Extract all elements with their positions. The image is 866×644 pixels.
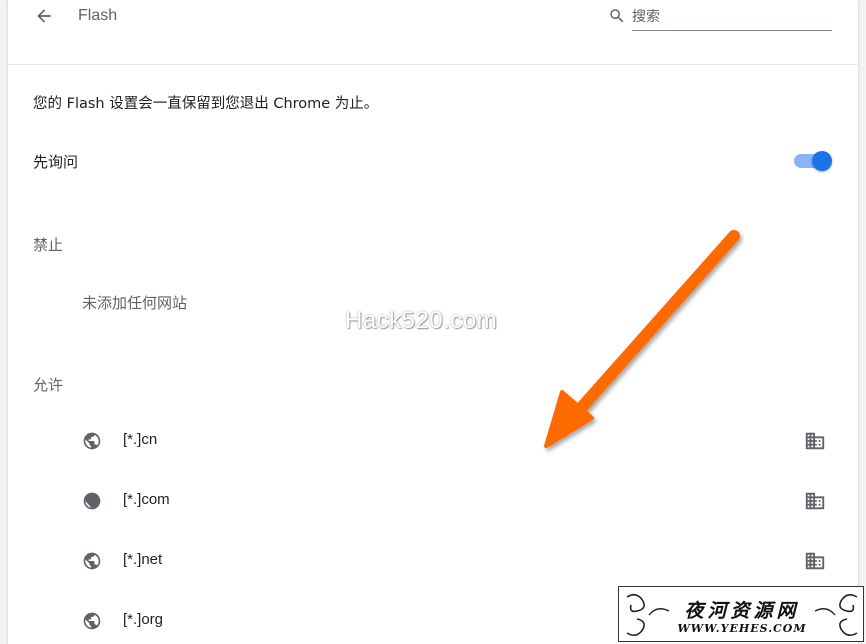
globe-icon — [83, 552, 101, 570]
block-empty-text: 未添加任何网站 — [82, 294, 188, 312]
globe-icon — [83, 432, 101, 450]
back-button[interactable] — [34, 6, 54, 26]
site-logo-badge: 夜河资源网 WWW.YEHES.COM — [618, 586, 864, 642]
ask-first-label: 先询问 — [33, 153, 79, 171]
globe-icon — [83, 492, 101, 510]
allow-section-label: 允许 — [33, 376, 64, 394]
search-input[interactable] — [632, 4, 832, 31]
session-note: 您的 Flash 设置会一直保留到您退出 Chrome 为止。 — [33, 96, 379, 112]
site-details-icon[interactable] — [804, 430, 826, 452]
toggle-knob — [812, 151, 832, 171]
header-divider — [8, 64, 858, 65]
site-name: [*.]cn — [123, 431, 158, 448]
page-header: Flash — [8, 0, 858, 36]
block-section-label: 禁止 — [33, 236, 64, 254]
search-icon — [610, 9, 624, 23]
search-box[interactable] — [608, 4, 833, 32]
site-details-icon[interactable] — [804, 490, 826, 512]
globe-icon — [83, 612, 101, 630]
ask-first-toggle[interactable] — [794, 150, 834, 172]
back-arrow-icon — [37, 9, 51, 23]
badge-url: WWW.YEHES.COM — [677, 622, 807, 635]
site-name: [*.]org — [123, 611, 164, 628]
page-title: Flash — [78, 7, 118, 24]
badge-title: 夜河资源网 — [684, 600, 800, 622]
list-item: [*.]net — [8, 541, 858, 581]
list-item: [*.]com — [8, 481, 858, 521]
watermark-text: Hack520.com — [345, 307, 498, 334]
site-name: [*.]com — [123, 491, 170, 508]
site-details-icon[interactable] — [804, 550, 826, 572]
annotation-arrow — [544, 230, 740, 448]
site-name: [*.]net — [123, 551, 163, 568]
